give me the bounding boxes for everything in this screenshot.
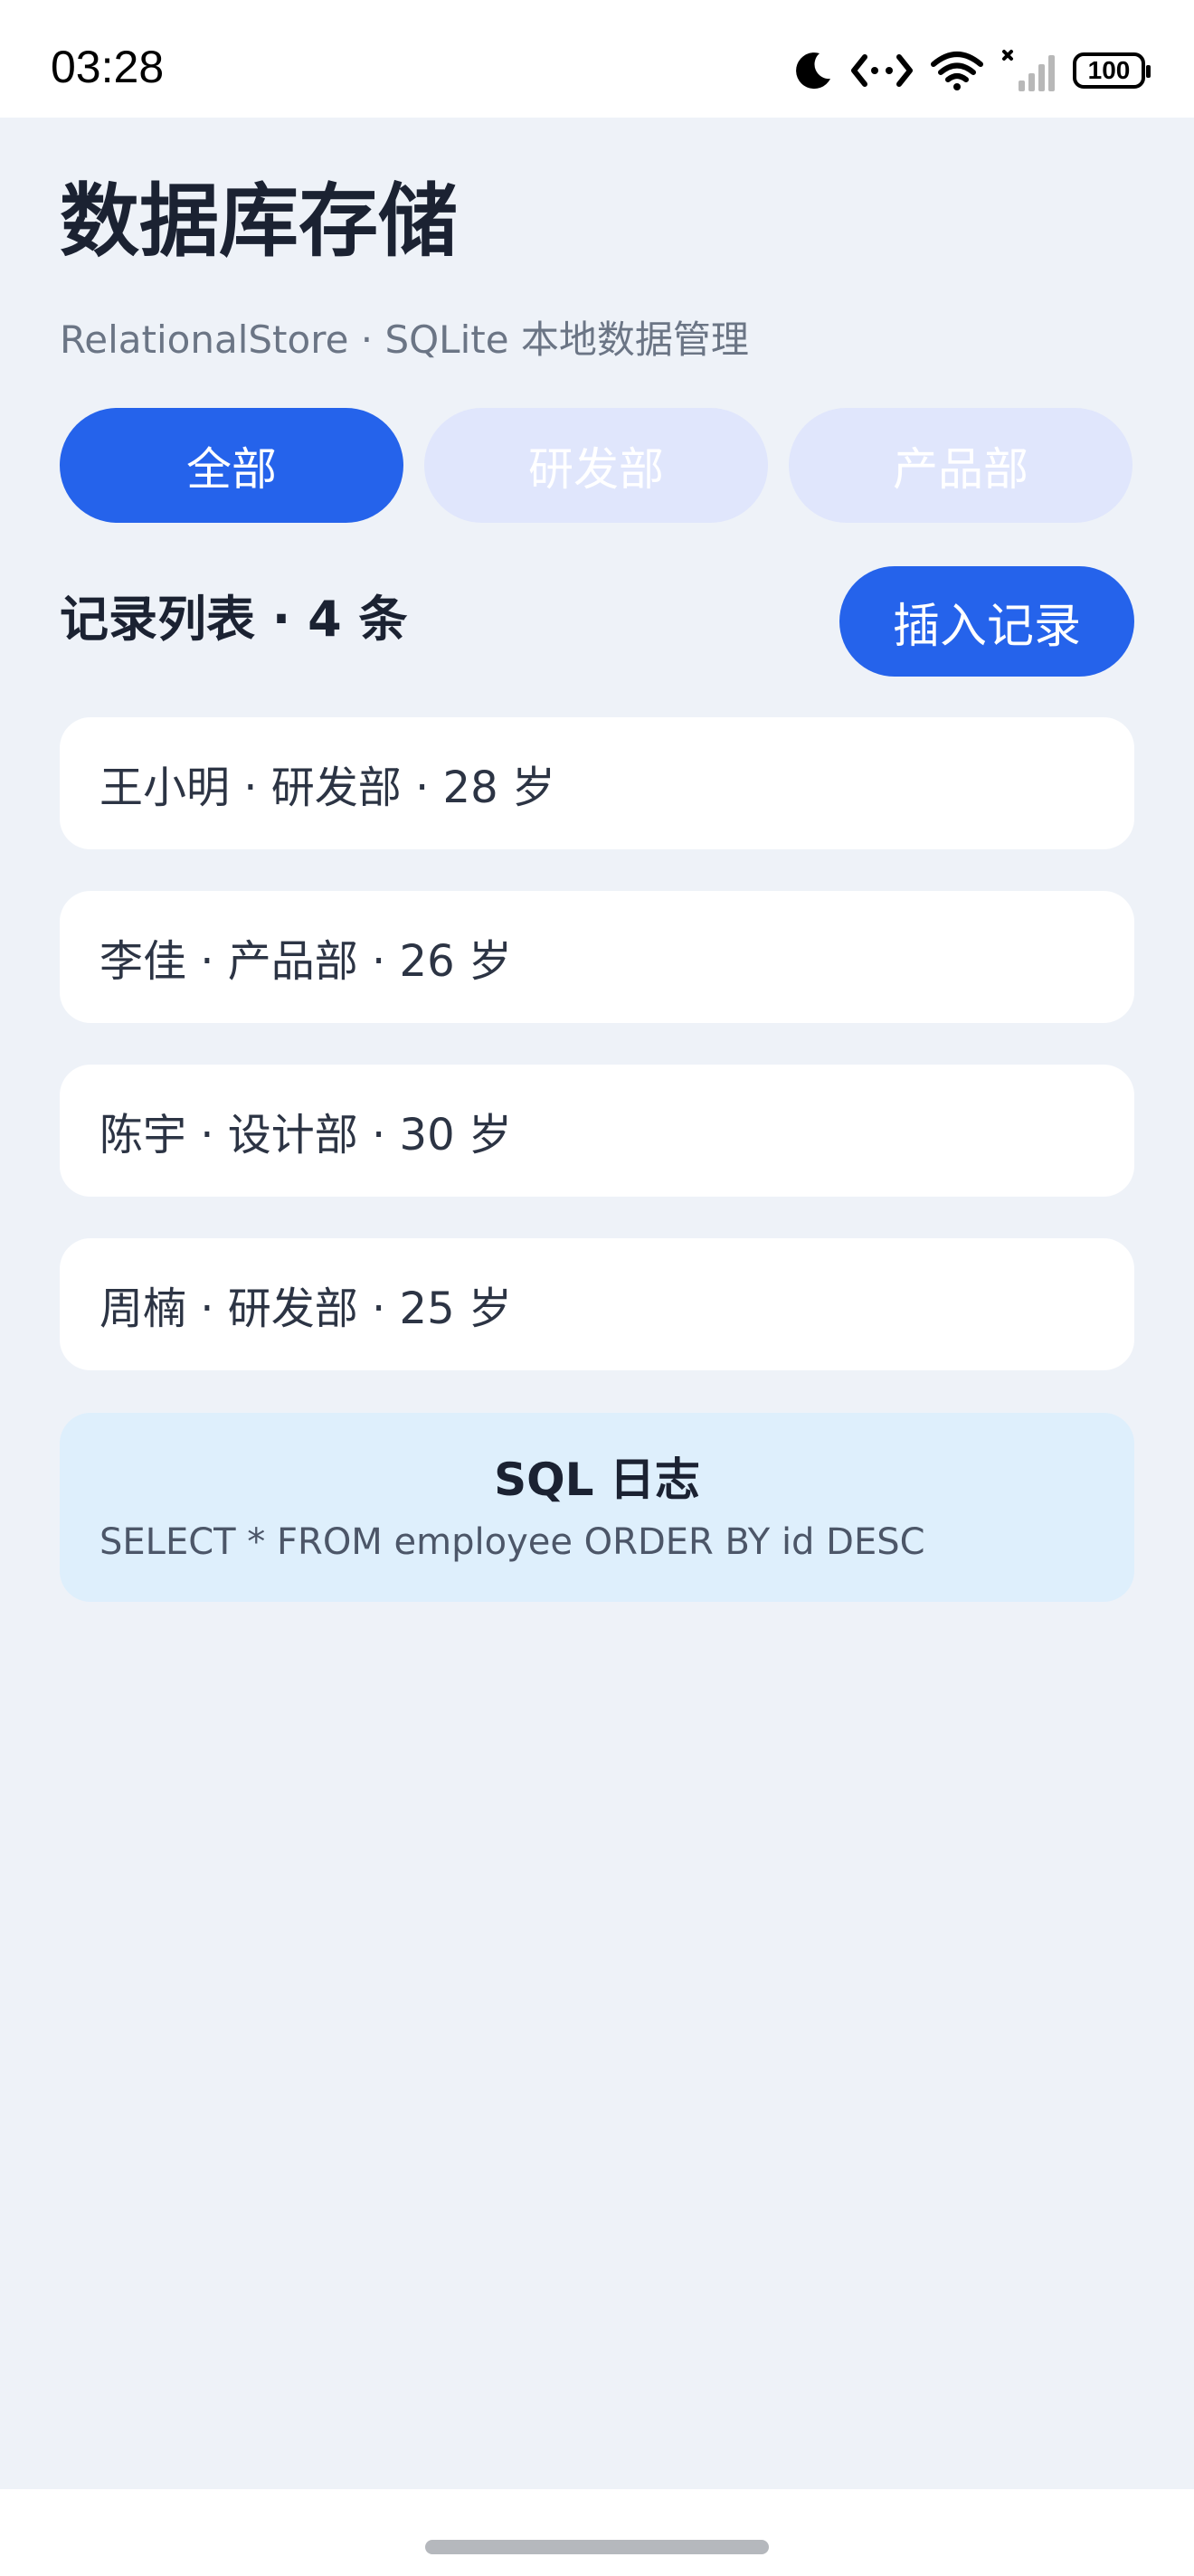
status-icons: 100 [792,45,1151,96]
insert-record-button[interactable]: 插入记录 [839,566,1134,677]
list-item[interactable]: 陈宇 · 设计部 · 30 岁 [60,1065,1134,1197]
bottom-navigation-bar [0,2489,1194,2576]
tab-all[interactable]: 全部 [60,408,403,523]
link-icon [850,50,914,91]
signal-icon [1000,48,1057,93]
page-subtitle: RelationalStore · SQLite 本地数据管理 [60,317,749,362]
record-text: 王小明 · 研发部 · 28 岁 [100,762,555,813]
wifi-icon [930,50,984,91]
record-text: 李佳 · 产品部 · 26 岁 [100,936,512,987]
record-text: 周楠 · 研发部 · 25 岁 [100,1283,512,1334]
tab-product[interactable]: 产品部 [789,408,1132,523]
tab-rnd[interactable]: 研发部 [424,408,768,523]
records-section-title: 记录列表 · 4 条 [60,591,408,648]
sql-log-statement: SELECT * FROM employee ORDER BY id DESC [100,1521,925,1563]
moon-icon [792,50,834,91]
sql-log-title: SQL 日志 [494,1454,700,1506]
home-indicator[interactable] [425,2540,769,2554]
list-item[interactable]: 王小明 · 研发部 · 28 岁 [60,717,1134,849]
status-time: 03:28 [51,42,165,92]
page-title: 数据库存储 [60,175,459,268]
record-text: 陈宇 · 设计部 · 30 岁 [100,1110,512,1160]
status-bar: 03:28 100 [0,0,1194,118]
list-item[interactable]: 李佳 · 产品部 · 26 岁 [60,891,1134,1023]
list-item[interactable]: 周楠 · 研发部 · 25 岁 [60,1238,1134,1370]
sql-log-panel: SQL 日志 SELECT * FROM employee ORDER BY i… [60,1413,1134,1602]
battery-icon: 100 [1073,52,1151,89]
